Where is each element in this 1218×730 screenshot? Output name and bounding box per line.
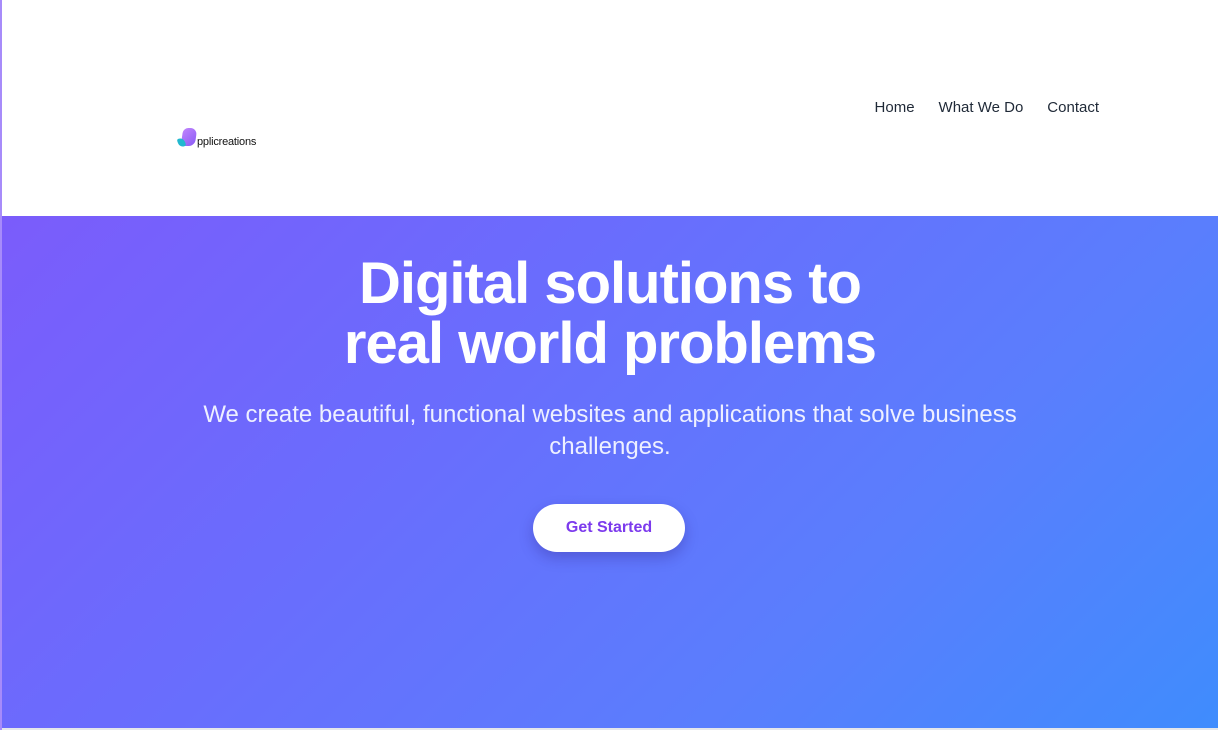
get-started-button[interactable]: Get Started	[533, 504, 685, 552]
logo[interactable]: pplicreations	[176, 124, 257, 150]
site-header: pplicreations Home What We Do Contact	[2, 0, 1218, 216]
page: pplicreations Home What We Do Contact Di…	[0, 0, 1218, 730]
hero-title-line-1: Digital solutions to	[359, 251, 862, 316]
nav-home-link[interactable]: Home	[875, 98, 915, 118]
hero-title: Digital solutions to real world problems	[2, 254, 1218, 374]
hero-title-line-2: real world problems	[343, 311, 877, 376]
nav-contact-link[interactable]: Contact	[1047, 98, 1099, 118]
hero-subtitle: We create beautiful, functional websites…	[203, 401, 1017, 460]
main-nav: Home What We Do Contact	[875, 98, 1099, 118]
logo-text: pplicreations	[197, 136, 257, 148]
logo-mark-icon	[176, 128, 198, 150]
nav-what-we-do-link[interactable]: What We Do	[939, 98, 1024, 118]
hero-section: Digital solutions to real world problems…	[2, 216, 1218, 728]
